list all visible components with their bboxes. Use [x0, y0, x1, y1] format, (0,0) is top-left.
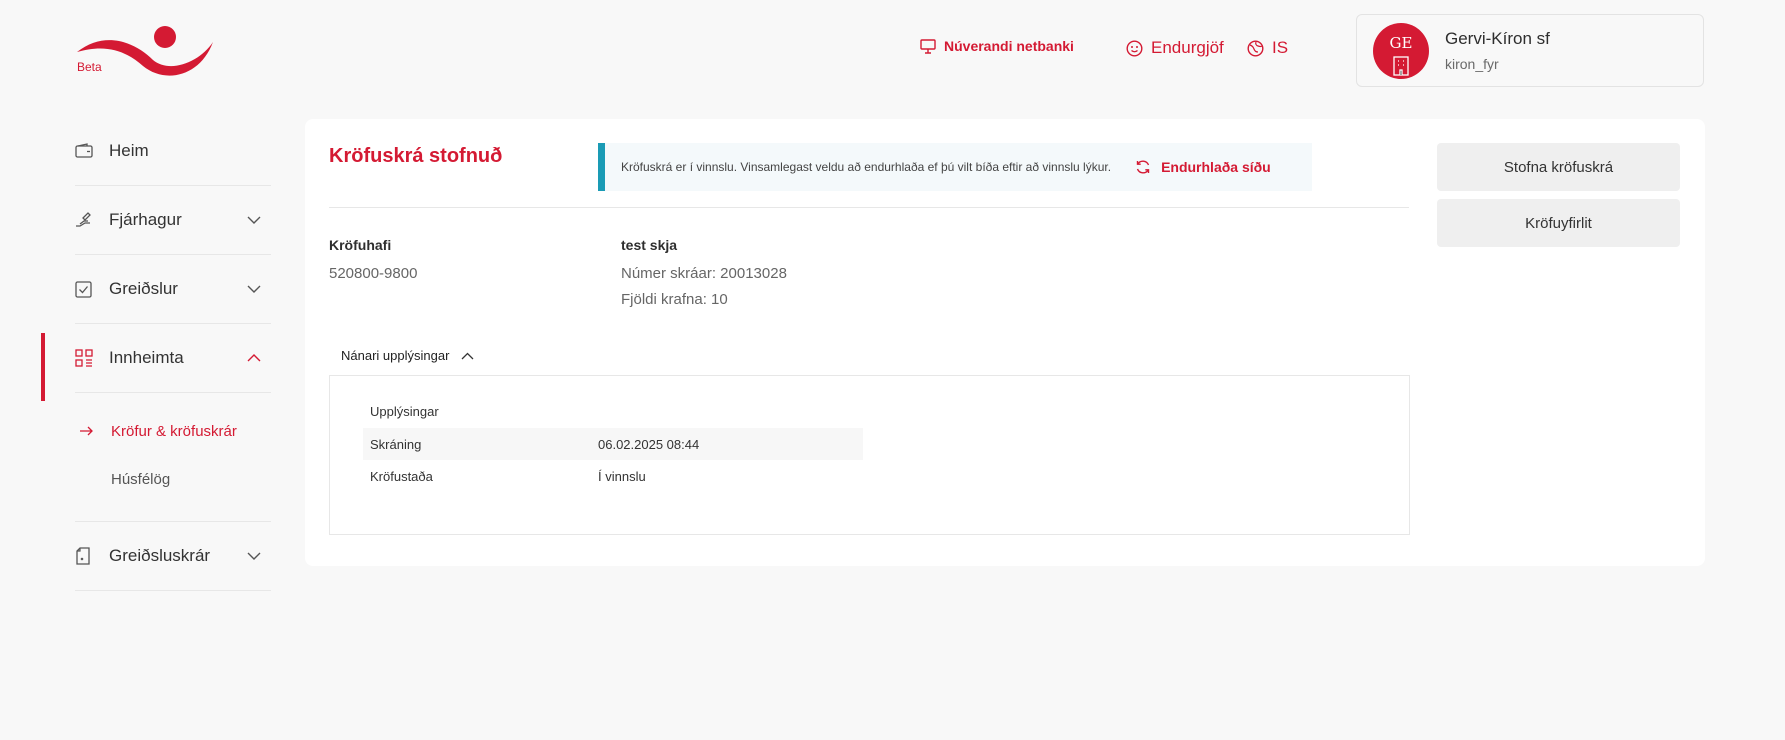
chevron-down-icon [247, 285, 261, 293]
checkbox-icon [75, 280, 95, 298]
details-toggle-label: Nánari upplýsingar [341, 348, 450, 363]
current-bank-link[interactable]: Núverandi netbanki [920, 38, 1074, 54]
sidebar-item-innheimta[interactable]: Innheimta [41, 324, 271, 401]
document-icon [75, 547, 95, 565]
globe-icon [1247, 39, 1264, 57]
money-hand-icon [75, 211, 95, 229]
details-title: Upplýsingar [370, 404, 439, 419]
building-icon [1393, 56, 1409, 80]
sidebar-item-fjarhagur[interactable]: Fjárhagur [75, 186, 271, 255]
smiley-icon [1126, 39, 1143, 57]
file-name: test skja [621, 237, 678, 253]
reload-page-button[interactable]: Endurhlaða síðu [1135, 159, 1271, 175]
user-username: kiron_fyr [1445, 56, 1499, 72]
active-indicator [41, 333, 45, 401]
sidebar-item-label: Fjárhagur [109, 210, 182, 229]
details-row-key: Skráning [370, 436, 422, 452]
create-claim-file-button[interactable]: Stofna kröfuskrá [1437, 143, 1680, 191]
user-name: Gervi-Kíron sf [1445, 29, 1550, 48]
chevron-up-icon [247, 354, 261, 362]
sidebar-item-label: Greiðslur [109, 279, 178, 298]
details-toggle[interactable]: Nánari upplýsingar [341, 348, 474, 363]
claim-count: Fjöldi krafna: 10 [621, 291, 728, 308]
sidebar-item-greidsluskrar[interactable]: Greiðsluskrár [75, 522, 271, 591]
chevron-down-icon [247, 552, 261, 560]
feedback-link[interactable]: Endurgjöf [1126, 38, 1224, 58]
sidebar-item-heim[interactable]: Heim [75, 117, 271, 186]
avatar: GE [1373, 23, 1429, 79]
feedback-label: Endurgjöf [1151, 38, 1224, 57]
details-row-key: Kröfustaða [370, 468, 433, 484]
language-label: IS [1272, 38, 1289, 57]
sidebar-subitem-husfelog[interactable]: Húsfélög [75, 455, 271, 503]
divider [329, 207, 1409, 208]
sidebar-item-label: Heim [109, 141, 149, 160]
claimant-label: Kröfuhafi [329, 237, 392, 253]
sidebar-subitem-label: Kröfur & kröfuskrár [111, 422, 237, 440]
current-bank-label: Núverandi netbanki [944, 38, 1074, 54]
details-row-value: 06.02.2025 08:44 [598, 436, 700, 452]
sidebar: Heim Fjárhagur Greiðslur Innheimta Kröfu… [41, 117, 271, 591]
details-row: Skráning 06.02.2025 08:44 [363, 428, 863, 460]
sidebar-submenu: Kröfur & kröfuskrár Húsfélög [75, 393, 271, 522]
file-number: Númer skráar: 20013028 [621, 265, 787, 282]
avatar-initials: GE [1389, 34, 1413, 52]
chevron-up-icon [461, 352, 474, 360]
claim-overview-button[interactable]: Kröfuyfirlit [1437, 199, 1680, 247]
processing-notice: Kröfuskrá er í vinnslu. Vinsamlegast vel… [598, 143, 1312, 191]
details-panel: Upplýsingar Skráning 06.02.2025 08:44 Kr… [329, 375, 1410, 535]
sidebar-item-label: Greiðsluskrár [109, 546, 211, 565]
refresh-icon [1135, 159, 1151, 175]
sidebar-subitem-krofur[interactable]: Kröfur & kröfuskrár [75, 407, 271, 455]
details-row: Kröfustaða Í vinnslu [363, 460, 863, 492]
language-switcher[interactable]: IS [1247, 38, 1288, 58]
beta-badge: Beta [77, 60, 102, 74]
sidebar-item-greidslur[interactable]: Greiðslur [75, 255, 271, 324]
grid-icon [75, 349, 95, 367]
logo[interactable]: Beta [75, 22, 215, 77]
notice-text: Kröfuskrá er í vinnslu. Vinsamlegast vel… [621, 160, 1112, 174]
wallet-icon [75, 143, 95, 159]
arrow-right-icon [75, 426, 111, 436]
chevron-down-icon [247, 216, 261, 224]
reload-label: Endurhlaða síðu [1161, 159, 1271, 175]
sidebar-subitem-label: Húsfélög [111, 470, 171, 488]
page-title: Kröfuskrá stofnuð [329, 145, 503, 167]
user-account-card[interactable]: GE Gervi-Kíron sf kiron_fyr [1356, 14, 1704, 87]
sidebar-item-label: Innheimta [109, 348, 184, 367]
monitor-icon [920, 38, 936, 54]
details-row-value: Í vinnslu [598, 468, 646, 484]
claimant-id: 520800-9800 [329, 265, 418, 282]
